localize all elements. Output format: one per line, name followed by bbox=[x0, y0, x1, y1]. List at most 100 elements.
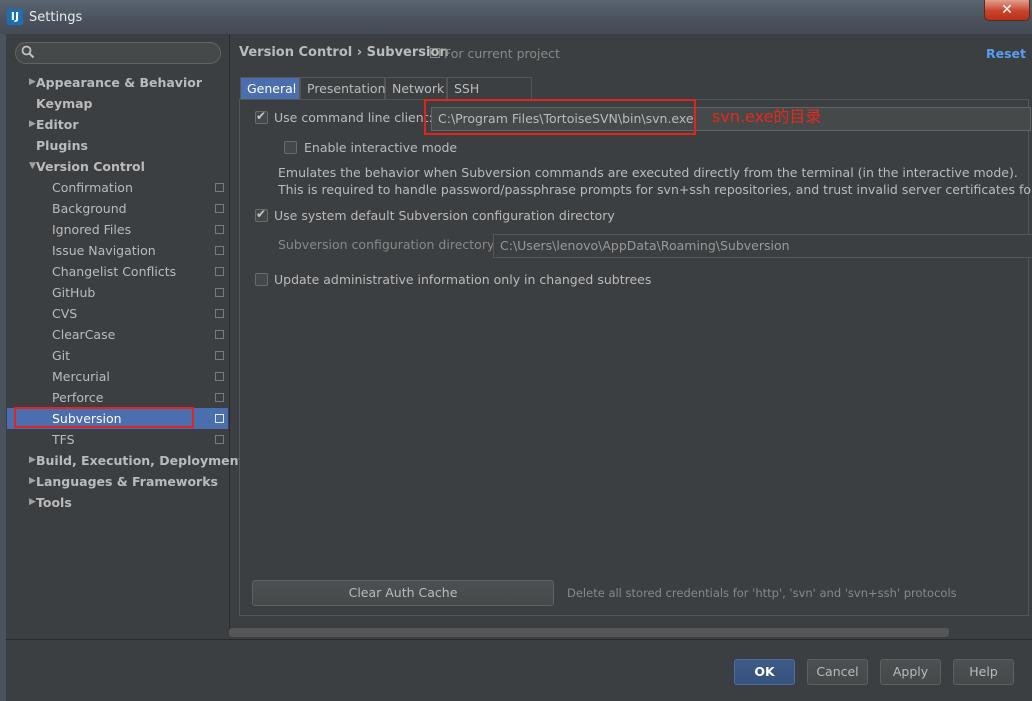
config-directory-label: Subversion configuration directory: bbox=[278, 237, 498, 252]
collapse-arrow-icon: ▼ bbox=[29, 161, 36, 171]
tab-ssh-settings[interactable]: SSH Settings bbox=[447, 77, 532, 118]
clear-auth-cache-note: Delete all stored credentials for 'http'… bbox=[567, 586, 957, 600]
tab-network[interactable]: Network bbox=[385, 77, 447, 99]
sidebar-item-label: Tools bbox=[36, 495, 72, 510]
project-scope-icon bbox=[215, 183, 224, 192]
use-default-config-dir-label: Use system default Subversion configurat… bbox=[274, 208, 615, 223]
sidebar-item-editor[interactable]: ▶ Editor bbox=[7, 114, 227, 135]
clear-auth-cache-button[interactable]: Clear Auth Cache bbox=[252, 580, 554, 606]
project-scope-icon bbox=[215, 393, 224, 402]
sidebar-item-label: Confirmation bbox=[52, 180, 133, 195]
sidebar-item-label: CVS bbox=[52, 306, 78, 321]
sidebar-item-label: Issue Navigation bbox=[52, 243, 156, 258]
project-scope-icon bbox=[215, 435, 224, 444]
use-command-line-client-label: Use command line client: bbox=[274, 110, 433, 125]
sidebar-item-git[interactable]: Git bbox=[7, 345, 227, 366]
sidebar-item-label: ClearCase bbox=[52, 327, 116, 342]
sidebar-item-label: Perforce bbox=[52, 390, 104, 405]
sidebar-item-confirmation[interactable]: Confirmation bbox=[7, 177, 227, 198]
project-scope-icon bbox=[215, 288, 224, 297]
sidebar-item-label: GitHub bbox=[52, 285, 96, 300]
annotation-text: svn.exe的目录 bbox=[712, 107, 822, 126]
sidebar-item-label: Git bbox=[52, 348, 71, 363]
project-scope-note: For current project bbox=[430, 46, 560, 61]
horizontal-scrollbar[interactable] bbox=[229, 628, 949, 637]
sidebar-item-version-control[interactable]: ▼ Version Control bbox=[7, 156, 227, 177]
reset-link[interactable]: Reset bbox=[986, 46, 1026, 61]
breadcrumb-parent: Version Control bbox=[239, 45, 353, 60]
tab-general[interactable]: General bbox=[240, 77, 300, 99]
close-icon: ✕ bbox=[1001, 2, 1013, 18]
update-admin-info-checkbox[interactable] bbox=[255, 273, 268, 286]
project-scope-icon bbox=[215, 372, 224, 381]
tab-presentation[interactable]: Presentation bbox=[300, 77, 386, 99]
update-admin-info-label: Update administrative information only i… bbox=[274, 272, 652, 287]
sidebar-item-perforce[interactable]: Perforce bbox=[7, 387, 227, 408]
sidebar-item-cvs[interactable]: CVS bbox=[7, 303, 227, 324]
expand-arrow-icon: ▶ bbox=[29, 455, 36, 465]
project-scope-icon bbox=[215, 330, 224, 339]
config-directory-input[interactable]: C:\Users\lenovo\AppData\Roaming\Subversi… bbox=[493, 234, 1032, 258]
sidebar-item-github[interactable]: GitHub bbox=[7, 282, 227, 303]
sidebar-item-tfs[interactable]: TFS bbox=[7, 429, 227, 450]
sidebar-item-label: Appearance & Behavior bbox=[36, 75, 202, 90]
expand-arrow-icon: ▶ bbox=[29, 77, 36, 87]
enable-interactive-mode-label: Enable interactive mode bbox=[304, 140, 458, 155]
sidebar-item-label: Background bbox=[52, 201, 127, 216]
sidebar-item-plugins[interactable]: Plugins bbox=[7, 135, 227, 156]
use-command-line-client-checkbox[interactable] bbox=[255, 109, 268, 124]
sidebar-item-keymap[interactable]: Keymap bbox=[7, 93, 227, 114]
project-scope-icon bbox=[215, 246, 224, 255]
project-scope-icon bbox=[215, 351, 224, 360]
expand-arrow-icon: ▶ bbox=[29, 476, 36, 486]
sidebar-item-languages-frameworks[interactable]: ▶ Languages & Frameworks bbox=[7, 471, 227, 492]
sidebar-item-label: Plugins bbox=[36, 138, 88, 153]
help-button[interactable]: Help bbox=[953, 659, 1014, 685]
project-scope-icon bbox=[215, 225, 224, 234]
use-default-config-dir-checkbox[interactable] bbox=[255, 207, 268, 222]
breadcrumb: Version Control › Subversion bbox=[239, 45, 449, 60]
close-window-button[interactable]: ✕ bbox=[984, 0, 1030, 21]
sidebar-item-label: TFS bbox=[52, 432, 75, 447]
expand-arrow-icon: ▶ bbox=[29, 119, 36, 129]
sidebar-item-label: Version Control bbox=[36, 159, 145, 174]
sidebar-item-tools[interactable]: ▶ Tools bbox=[7, 492, 227, 513]
ok-button[interactable]: OK bbox=[734, 659, 795, 685]
cmd-path-highlight-box bbox=[424, 99, 696, 135]
interactive-description-line1: Emulates the behavior when Subversion co… bbox=[278, 165, 1018, 180]
expand-arrow-icon: ▶ bbox=[29, 497, 36, 507]
sidebar-item-label: Mercurial bbox=[52, 369, 110, 384]
sidebar-item-label: Changelist Conflicts bbox=[52, 264, 177, 279]
project-scope-icon bbox=[430, 48, 440, 58]
sidebar-item-clearcase[interactable]: ClearCase bbox=[7, 324, 227, 345]
search-icon bbox=[21, 45, 35, 59]
sidebar-item-label: Ignored Files bbox=[52, 222, 132, 237]
sidebar-item-build-execution-deployment[interactable]: ▶ Build, Execution, Deployment bbox=[7, 450, 244, 471]
project-scope-icon bbox=[215, 267, 224, 276]
title-bar: IJ Settings ✕ bbox=[0, 0, 1032, 35]
project-scope-icon bbox=[215, 204, 224, 213]
sidebar-item-label: Editor bbox=[36, 117, 79, 132]
project-scope-icon bbox=[215, 414, 224, 423]
sidebar-item-label: Keymap bbox=[36, 96, 93, 111]
sidebar-item-appearance-behavior[interactable]: ▶ Appearance & Behavior bbox=[7, 72, 227, 93]
enable-interactive-mode-checkbox[interactable] bbox=[284, 141, 297, 154]
sidebar-item-changelist-conflicts[interactable]: Changelist Conflicts bbox=[7, 261, 227, 282]
intellij-app-icon: IJ bbox=[7, 9, 23, 25]
sidebar-item-background[interactable]: Background bbox=[7, 198, 227, 219]
sidebar-item-mercurial[interactable]: Mercurial bbox=[7, 366, 227, 387]
sidebar-item-issue-navigation[interactable]: Issue Navigation bbox=[7, 240, 227, 261]
project-scope-label: For current project bbox=[444, 46, 560, 61]
footer-divider bbox=[6, 639, 1032, 640]
apply-button[interactable]: Apply bbox=[880, 659, 941, 685]
interactive-description-line2: This is required to handle password/pass… bbox=[278, 182, 1032, 197]
cancel-button[interactable]: Cancel bbox=[807, 659, 868, 685]
subversion-highlight-box bbox=[14, 407, 194, 428]
sidebar-item-label: Languages & Frameworks bbox=[36, 474, 218, 489]
window-title: Settings bbox=[29, 10, 83, 25]
search-input[interactable] bbox=[15, 42, 221, 64]
sidebar-item-ignored-files[interactable]: Ignored Files bbox=[7, 219, 227, 240]
sidebar-item-label: Build, Execution, Deployment bbox=[36, 453, 245, 468]
project-scope-icon bbox=[215, 309, 224, 318]
breadcrumb-separator: › bbox=[356, 45, 363, 60]
